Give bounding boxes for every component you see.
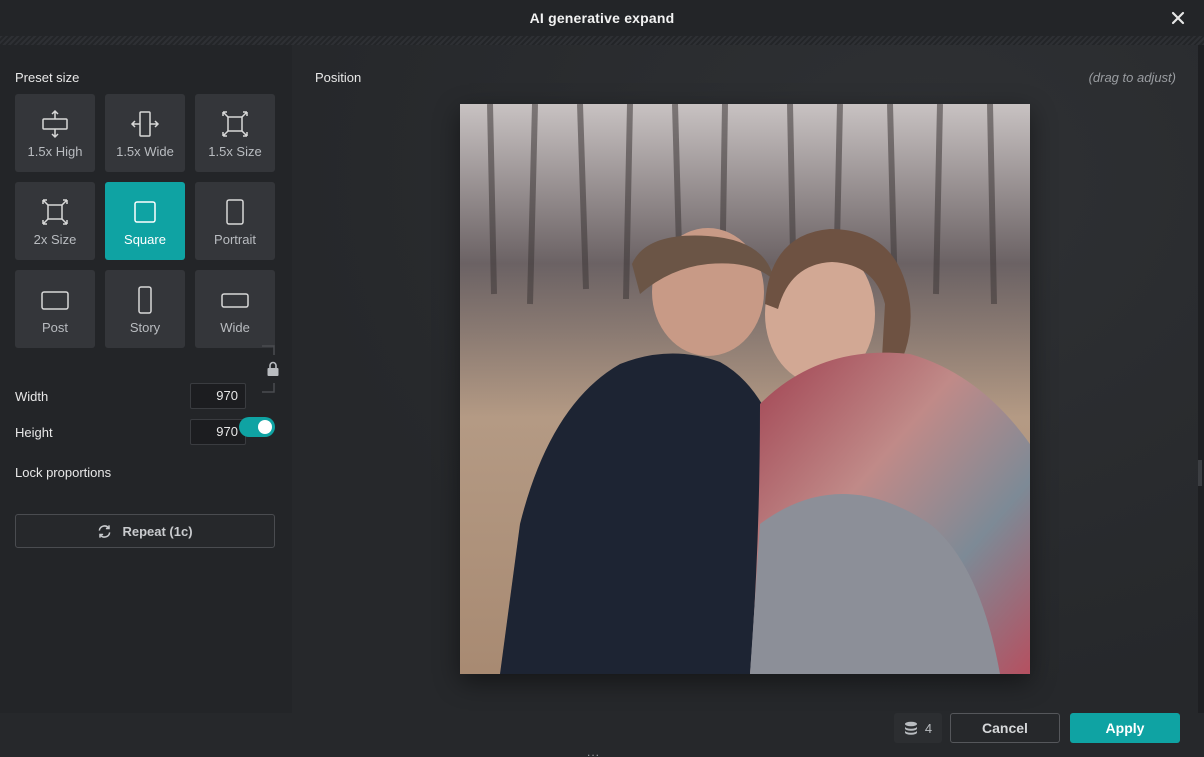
credits-indicator: 4 (894, 713, 942, 743)
preset-1-5x-size[interactable]: 1.5x Size (195, 94, 275, 172)
repeat-button[interactable]: Repeat (1c) (15, 514, 275, 548)
preset-label: 1.5x High (27, 144, 83, 159)
preset-label: Post (41, 320, 68, 335)
preset-label: 2x Size (33, 232, 77, 247)
height-label: Height (15, 425, 53, 440)
dialog-titlebar: AI generative expand (0, 0, 1204, 36)
preset-label: Square (124, 232, 166, 247)
preset-story[interactable]: Story (105, 270, 185, 348)
post-icon (41, 291, 69, 310)
position-label: Position (315, 70, 362, 85)
drag-hint: (drag to adjust) (1088, 70, 1176, 85)
expand-all-icon (222, 111, 248, 137)
width-input[interactable]: 970 (190, 383, 246, 409)
expand-horizontal-icon (130, 111, 160, 137)
preset-wide[interactable]: Wide (195, 270, 275, 348)
preset-1-5x-wide[interactable]: 1.5x Wide (105, 94, 185, 172)
expand-vertical-icon (42, 109, 68, 139)
preset-post[interactable]: Post (15, 270, 95, 348)
preset-label: 1.5x Size (208, 144, 262, 159)
apply-button[interactable]: Apply (1070, 713, 1180, 743)
wide-icon (221, 293, 249, 308)
preset-square[interactable]: Square (105, 182, 185, 260)
credits-count: 4 (924, 720, 933, 736)
refresh-icon (99, 524, 111, 538)
scrollbar[interactable] (1198, 45, 1204, 757)
preview-image[interactable] (460, 104, 1030, 674)
credits-stack-icon (904, 721, 917, 735)
preset-label: Wide (220, 320, 250, 335)
repeat-label: Repeat (1c) (122, 523, 193, 539)
square-icon (134, 201, 156, 223)
preset-size-label: Preset size (15, 70, 80, 85)
cancel-button[interactable]: Cancel (950, 713, 1060, 743)
close-icon[interactable] (1168, 8, 1188, 28)
preset-label: 1.5x Wide (116, 144, 174, 159)
lock-icon[interactable] (266, 361, 280, 377)
preset-label: Story (129, 320, 161, 335)
scrollbar-thumb[interactable] (1198, 460, 1202, 486)
portrait-icon (226, 199, 244, 225)
preset-1-5x-high[interactable]: 1.5x High (15, 94, 95, 172)
story-icon (138, 286, 152, 314)
lock-proportions-toggle[interactable] (239, 417, 275, 437)
preset-portrait[interactable]: Portrait (195, 182, 275, 260)
dialog-title: AI generative expand (529, 10, 675, 26)
resize-grip[interactable]: ... (587, 746, 600, 757)
toggle-knob (258, 420, 272, 434)
expand-all-icon (42, 199, 68, 225)
width-label: Width (15, 389, 49, 404)
preset-grid: 1.5x High 1.5x Wide 1.5x Size 2x Size Sq… (15, 94, 275, 348)
title-divider (0, 36, 1204, 45)
lock-proportions-label: Lock proportions (15, 465, 112, 480)
preset-label: Portrait (214, 232, 256, 247)
height-input[interactable]: 970 (190, 419, 246, 445)
preset-2x-size[interactable]: 2x Size (15, 182, 95, 260)
